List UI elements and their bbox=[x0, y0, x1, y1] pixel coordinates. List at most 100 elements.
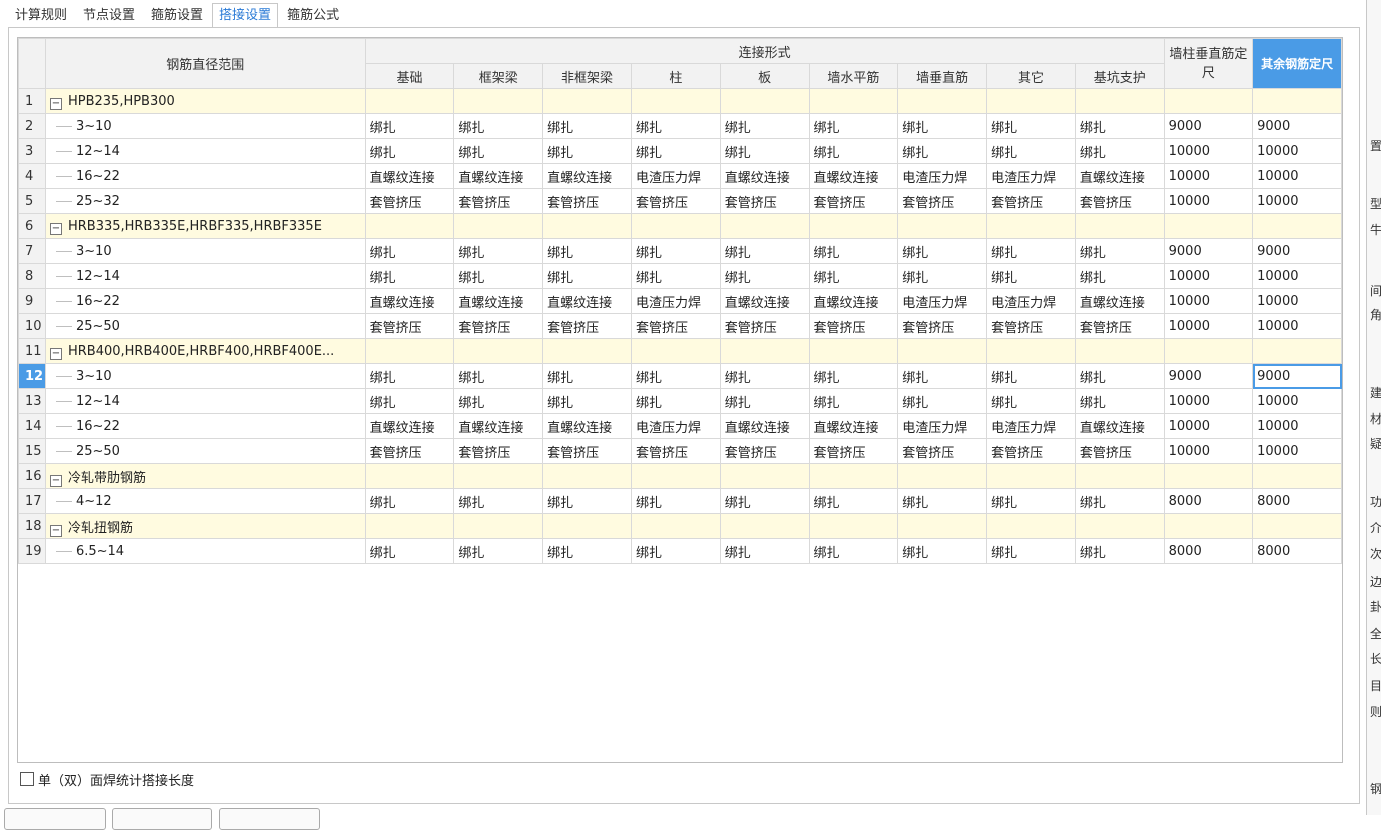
connection-type-cell[interactable] bbox=[630, 88, 721, 114]
connection-type-cell[interactable]: 绑扎 bbox=[542, 488, 632, 514]
connection-type-cell[interactable]: 绑扎 bbox=[453, 538, 544, 564]
connection-type-cell[interactable]: 套管挤压 bbox=[364, 188, 455, 214]
connection-type-cell[interactable]: 绑扎 bbox=[986, 538, 1076, 564]
row-number[interactable]: 8 bbox=[18, 263, 46, 289]
connection-type-cell[interactable]: 电渣压力焊 bbox=[897, 288, 988, 314]
connection-type-cell[interactable] bbox=[364, 513, 455, 539]
connection-type-cell[interactable]: 套管挤压 bbox=[808, 188, 899, 214]
other-fixed-length-cell[interactable]: 9000 bbox=[1252, 113, 1342, 139]
connection-type-cell[interactable]: 绑扎 bbox=[630, 238, 721, 264]
connection-type-cell[interactable]: 电渣压力焊 bbox=[897, 413, 988, 439]
connection-type-cell[interactable]: 绑扎 bbox=[808, 388, 899, 414]
connection-type-cell[interactable]: 绑扎 bbox=[364, 388, 455, 414]
connection-type-cell[interactable] bbox=[630, 213, 721, 239]
wall-col-fixed-length-cell[interactable]: 10000 bbox=[1163, 288, 1254, 314]
connection-type-cell[interactable]: 绑扎 bbox=[719, 238, 810, 264]
connection-type-cell[interactable] bbox=[630, 463, 721, 489]
connection-type-cell[interactable] bbox=[808, 213, 899, 239]
connection-type-cell[interactable]: 绑扎 bbox=[542, 113, 632, 139]
other-fixed-length-cell[interactable]: 10000 bbox=[1252, 313, 1342, 339]
connection-type-cell[interactable]: 绑扎 bbox=[453, 138, 544, 164]
wall-col-fixed-length-cell[interactable]: 9000 bbox=[1163, 363, 1254, 389]
connection-type-cell[interactable]: 套管挤压 bbox=[1074, 188, 1165, 214]
row-number[interactable]: 5 bbox=[18, 188, 46, 214]
other-fixed-length-cell[interactable]: 9000 bbox=[1252, 238, 1342, 264]
tab-2[interactable]: 箍筋设置 bbox=[144, 3, 210, 28]
other-fixed-length-cell[interactable] bbox=[1252, 463, 1342, 489]
tab-3[interactable]: 搭接设置 bbox=[212, 3, 279, 28]
connection-type-cell[interactable]: 绑扎 bbox=[897, 138, 988, 164]
diameter-range-cell[interactable]: 25~32 bbox=[44, 188, 366, 214]
connection-type-cell[interactable]: 绑扎 bbox=[364, 488, 455, 514]
connection-type-cell[interactable]: 直螺纹连接 bbox=[1074, 413, 1165, 439]
connection-type-cell[interactable]: 绑扎 bbox=[897, 538, 988, 564]
connection-type-cell[interactable]: 套管挤压 bbox=[719, 188, 810, 214]
connection-type-cell[interactable] bbox=[986, 463, 1076, 489]
connection-type-cell[interactable]: 绑扎 bbox=[630, 113, 721, 139]
diameter-range-cell[interactable]: 12~14 bbox=[44, 138, 366, 164]
connection-type-cell[interactable]: 套管挤压 bbox=[986, 188, 1076, 214]
connection-type-cell[interactable]: 套管挤压 bbox=[808, 313, 899, 339]
connection-type-cell[interactable] bbox=[808, 88, 899, 114]
connection-type-cell[interactable]: 套管挤压 bbox=[542, 188, 632, 214]
wall-col-fixed-length-cell[interactable]: 8000 bbox=[1163, 538, 1254, 564]
connection-type-cell[interactable]: 绑扎 bbox=[453, 263, 544, 289]
connection-type-cell[interactable]: 套管挤压 bbox=[897, 188, 988, 214]
connection-type-cell[interactable]: 绑扎 bbox=[630, 488, 721, 514]
row-number[interactable]: 4 bbox=[18, 163, 46, 189]
other-fixed-length-cell[interactable] bbox=[1252, 338, 1342, 364]
connection-type-cell[interactable] bbox=[719, 338, 810, 364]
group-row[interactable]: 6− HRB335,HRB335E,HRBF335,HRBF335E bbox=[18, 213, 1342, 239]
connection-type-cell[interactable]: 绑扎 bbox=[719, 138, 810, 164]
connection-type-cell[interactable] bbox=[1074, 213, 1165, 239]
connection-type-cell[interactable]: 绑扎 bbox=[542, 363, 632, 389]
wall-col-fixed-length-cell[interactable]: 10000 bbox=[1163, 313, 1254, 339]
connection-type-cell[interactable] bbox=[453, 213, 544, 239]
bottom-button-1[interactable] bbox=[4, 808, 106, 830]
connection-type-cell[interactable] bbox=[986, 513, 1076, 539]
connection-type-cell[interactable]: 绑扎 bbox=[986, 263, 1076, 289]
connection-type-cell[interactable]: 绑扎 bbox=[542, 263, 632, 289]
connection-type-cell[interactable] bbox=[897, 463, 988, 489]
connection-type-cell[interactable]: 绑扎 bbox=[986, 138, 1076, 164]
connection-type-cell[interactable]: 套管挤压 bbox=[630, 438, 721, 464]
group-name-cell[interactable]: − HRB400,HRB400E,HRBF400,HRBF400E... bbox=[44, 338, 366, 364]
table-row[interactable]: 15 25~50 套管挤压 套管挤压 套管挤压 套管挤压 套管挤压 套管挤压 套管挤压 套管挤压套… bbox=[18, 438, 1342, 464]
connection-type-cell[interactable]: 电渣压力焊 bbox=[630, 413, 721, 439]
connection-type-cell[interactable] bbox=[453, 513, 544, 539]
connection-type-cell[interactable]: 绑扎 bbox=[364, 138, 455, 164]
other-fixed-length-cell[interactable]: 10000 bbox=[1252, 188, 1342, 214]
table-row[interactable]: 2 3~10 绑扎 绑扎 绑扎 绑扎 绑扎 绑扎 绑扎 绑扎 绑扎 9000 9000 bbox=[18, 113, 1342, 139]
connection-type-cell[interactable]: 绑扎 bbox=[453, 388, 544, 414]
header-other-fixed[interactable]: 其余钢筋定尺 bbox=[1252, 38, 1342, 89]
wall-col-fixed-length-cell[interactable] bbox=[1163, 338, 1254, 364]
diameter-range-cell[interactable]: 4~12 bbox=[44, 488, 366, 514]
connection-type-cell[interactable] bbox=[986, 338, 1076, 364]
connection-type-cell[interactable]: 绑扎 bbox=[542, 538, 632, 564]
other-fixed-length-cell[interactable]: 10000 bbox=[1252, 438, 1342, 464]
connection-type-cell[interactable]: 绑扎 bbox=[630, 388, 721, 414]
connection-type-cell[interactable] bbox=[808, 463, 899, 489]
other-fixed-length-cell[interactable]: 8000 bbox=[1252, 538, 1342, 564]
connection-type-cell[interactable] bbox=[453, 338, 544, 364]
row-number[interactable]: 18 bbox=[18, 513, 46, 539]
connection-type-cell[interactable] bbox=[364, 213, 455, 239]
collapse-toggle-icon[interactable]: − bbox=[49, 222, 62, 235]
connection-type-cell[interactable]: 绑扎 bbox=[897, 363, 988, 389]
connection-type-cell[interactable]: 绑扎 bbox=[542, 238, 632, 264]
other-fixed-length-cell[interactable]: 8000 bbox=[1252, 488, 1342, 514]
connection-type-cell[interactable]: 直螺纹连接 bbox=[542, 163, 632, 189]
group-row[interactable]: 18− 冷轧扭钢筋 bbox=[18, 513, 1342, 539]
connection-type-cell[interactable]: 套管挤压 bbox=[897, 438, 988, 464]
connection-type-cell[interactable]: 绑扎 bbox=[453, 113, 544, 139]
connection-type-cell[interactable]: 直螺纹连接 bbox=[453, 413, 544, 439]
table-row[interactable]: 19 6.5~14 绑扎 绑扎 绑扎 绑扎 绑扎 绑扎 绑扎 绑扎 绑扎 8000 8000 bbox=[18, 538, 1342, 564]
connection-type-cell[interactable]: 绑扎 bbox=[808, 113, 899, 139]
diameter-range-cell[interactable]: 25~50 bbox=[44, 438, 366, 464]
connection-type-cell[interactable]: 绑扎 bbox=[719, 263, 810, 289]
row-number[interactable]: 3 bbox=[18, 138, 46, 164]
table-row[interactable]: 14 16~22 直螺纹连接 直螺纹连接 直螺纹连接 电渣压力焊 直螺纹连接 直螺纹连接 电渣压… bbox=[18, 413, 1342, 439]
table-row[interactable]: 17 4~12 绑扎 绑扎 绑扎 绑扎 绑扎 绑扎 绑扎 绑扎 绑扎 8000 8000 bbox=[18, 488, 1342, 514]
connection-type-cell[interactable]: 绑扎 bbox=[453, 363, 544, 389]
connection-type-cell[interactable]: 绑扎 bbox=[1074, 138, 1165, 164]
